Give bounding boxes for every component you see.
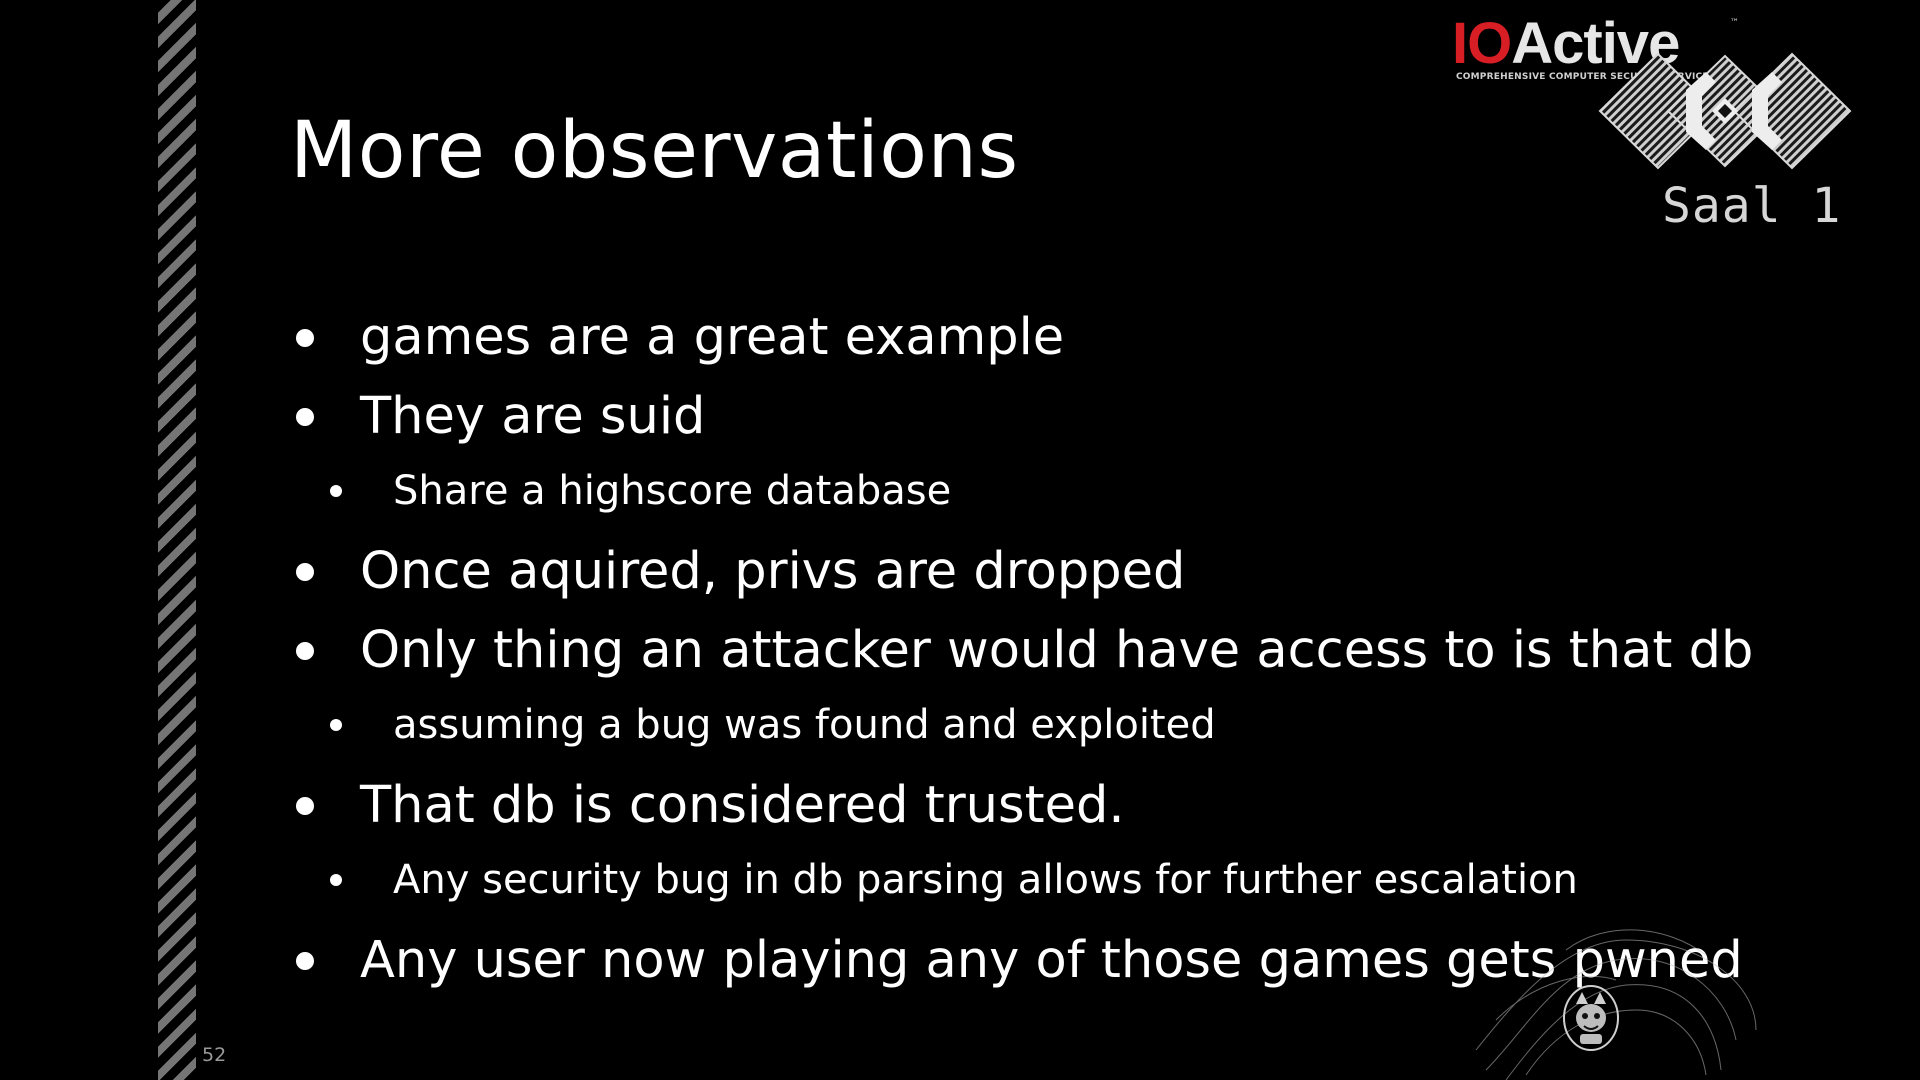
company-wordmark-io: IO xyxy=(1452,11,1512,76)
bullet-text: They are suid xyxy=(360,387,706,446)
bullet-item: Only thing an attacker would have access… xyxy=(290,611,1753,690)
bullet-dot-icon xyxy=(330,719,342,731)
bullet-item: They are suid xyxy=(290,377,1753,456)
bullet-dot-icon xyxy=(330,874,342,886)
bullet-dot-icon xyxy=(296,329,314,347)
sub-bullet-text: Any security bug in db parsing allows fo… xyxy=(393,857,1578,903)
bullet-dot-icon xyxy=(296,797,314,815)
bullet-text: Only thing an attacker would have access… xyxy=(360,621,1754,680)
bullet-item: Once aquired, privs are dropped xyxy=(290,532,1753,611)
room-label: Saal 1 xyxy=(1662,178,1842,234)
bullet-dot-icon xyxy=(330,485,342,497)
ccc-hexagon-logo-icon xyxy=(1598,52,1852,170)
page-number: 52 xyxy=(202,1044,227,1066)
bullet-dot-icon xyxy=(296,408,314,426)
mascot-emblem-icon xyxy=(1563,985,1619,1051)
bullet-dot-icon xyxy=(296,952,314,970)
slide-title: More observations xyxy=(290,106,1019,196)
presentation-slide: More observations games are a great exam… xyxy=(0,0,1920,1080)
decorative-stripe-bar xyxy=(158,0,196,1080)
bullet-dot-icon xyxy=(296,642,314,660)
bullet-text: Once aquired, privs are dropped xyxy=(360,542,1186,601)
sub-bullet-item: Share a highscore database xyxy=(290,456,1753,532)
trademark-mark: ™ xyxy=(1730,18,1739,28)
bullet-text: That db is considered trusted. xyxy=(360,776,1125,835)
bullet-text: games are a great example xyxy=(360,308,1065,367)
sub-bullet-text: assuming a bug was found and exploited xyxy=(393,702,1216,748)
bullet-item: games are a great example xyxy=(290,298,1753,377)
sub-bullet-item: assuming a bug was found and exploited xyxy=(290,690,1753,766)
sub-bullet-text: Share a highscore database xyxy=(393,468,952,514)
bullet-item: That db is considered trusted. xyxy=(290,766,1753,845)
bullet-list: games are a great example They are suid … xyxy=(290,298,1753,1000)
bullet-dot-icon xyxy=(296,563,314,581)
